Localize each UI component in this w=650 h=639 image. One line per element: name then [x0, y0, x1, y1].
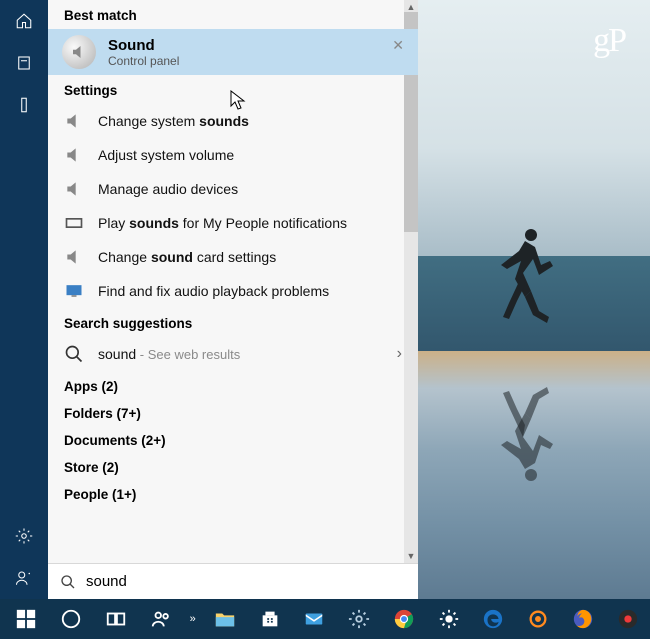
mail-button[interactable]: [292, 599, 337, 639]
sidebar-documents-icon[interactable]: [0, 42, 48, 84]
result-category[interactable]: Store (2): [48, 452, 418, 479]
result-icon: [64, 247, 84, 267]
result-category[interactable]: Folders (7+): [48, 398, 418, 425]
sound-icon: [62, 35, 96, 69]
search-suggestion[interactable]: sound - See web results ›: [48, 337, 418, 371]
store-button[interactable]: [247, 599, 292, 639]
search-box[interactable]: [48, 563, 418, 599]
chrome-button[interactable]: [381, 599, 426, 639]
close-icon[interactable]: ✕: [392, 37, 404, 54]
result-icon: [64, 111, 84, 131]
groove-button[interactable]: [516, 599, 561, 639]
search-icon: [60, 574, 76, 590]
people-button[interactable]: [138, 599, 183, 639]
start-button[interactable]: [4, 599, 49, 639]
wallpaper-runner-reflection: [495, 385, 555, 485]
result-label: Manage audio devices: [98, 181, 238, 197]
result-icon: [64, 213, 84, 233]
sidebar-feedback-icon[interactable]: [0, 557, 48, 599]
best-match-subtitle: Control panel: [108, 54, 179, 68]
settings-result[interactable]: Find and fix audio playback problems: [48, 274, 418, 308]
result-icon: [64, 179, 84, 199]
chevron-right-icon: ›: [397, 345, 402, 363]
weather-button[interactable]: [426, 599, 471, 639]
task-view-button[interactable]: [94, 599, 139, 639]
result-category[interactable]: Documents (2+): [48, 425, 418, 452]
result-label: Change system sounds: [98, 113, 249, 129]
result-label: Find and fix audio playback problems: [98, 283, 329, 299]
suggestion-term: sound: [98, 346, 136, 362]
best-match-header: Best match: [48, 0, 418, 29]
start-sidebar: [0, 0, 48, 599]
settings-result[interactable]: Manage audio devices: [48, 172, 418, 206]
sidebar-device-icon[interactable]: [0, 84, 48, 126]
scroll-down-icon[interactable]: ▼: [404, 549, 418, 563]
result-icon: [64, 145, 84, 165]
settings-result[interactable]: Play sounds for My People notifications: [48, 206, 418, 240]
settings-result[interactable]: Adjust system volume: [48, 138, 418, 172]
result-category[interactable]: People (1+): [48, 479, 418, 506]
taskbar: »: [0, 599, 650, 639]
taskbar-overflow-icon[interactable]: »: [183, 613, 202, 625]
file-explorer-button[interactable]: [202, 599, 247, 639]
wallpaper-runner-silhouette: [495, 225, 555, 325]
sidebar-settings-icon[interactable]: [0, 515, 48, 557]
result-label: Change sound card settings: [98, 249, 276, 265]
result-category[interactable]: Apps (2): [48, 371, 418, 398]
snagit-button[interactable]: [605, 599, 650, 639]
result-label: Adjust system volume: [98, 147, 234, 163]
search-input[interactable]: [86, 573, 406, 590]
result-label: Play sounds for My People notifications: [98, 215, 347, 231]
result-icon: [64, 281, 84, 301]
sidebar-home-icon[interactable]: [0, 0, 48, 42]
mouse-cursor-icon: [230, 90, 246, 112]
best-match-title: Sound: [108, 37, 179, 54]
suggestions-header: Search suggestions: [48, 308, 418, 337]
search-results-panel: ▲ ▼ Best match Sound Control panel ✕ Set…: [48, 0, 418, 599]
suggestion-hint: - See web results: [136, 347, 240, 362]
search-icon: [64, 344, 84, 364]
best-match-result[interactable]: Sound Control panel ✕: [48, 29, 418, 75]
watermark: gP: [593, 22, 625, 60]
settings-button[interactable]: [337, 599, 382, 639]
settings-result[interactable]: Change sound card settings: [48, 240, 418, 274]
results-scrollbar[interactable]: ▲ ▼: [404, 0, 418, 563]
edge-button[interactable]: [471, 599, 516, 639]
cortana-button[interactable]: [49, 599, 94, 639]
firefox-button[interactable]: [560, 599, 605, 639]
